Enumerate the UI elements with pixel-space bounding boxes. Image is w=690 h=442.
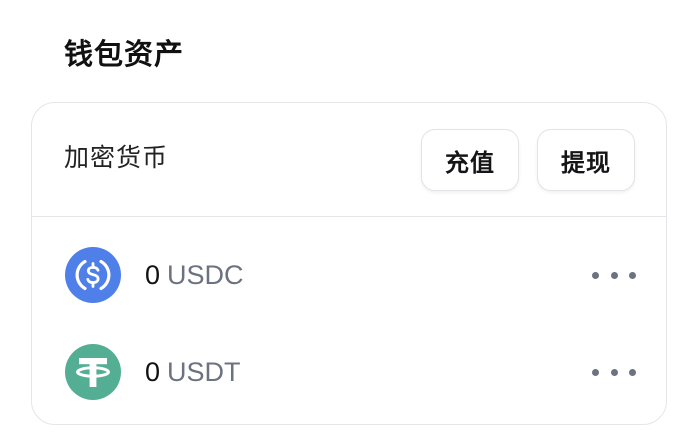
more-dot: [610, 271, 618, 279]
more-dot: [629, 271, 636, 279]
more-dot: [629, 368, 636, 376]
deposit-button[interactable]: 充值: [421, 129, 519, 191]
usdt-more-button[interactable]: [592, 356, 636, 388]
section-title: 钱包资产: [64, 37, 185, 71]
usdc-balance: 0 USDC: [145, 257, 244, 293]
usdt-balance: 0 USDT: [145, 354, 241, 390]
usdt-symbol: USDT: [167, 357, 241, 387]
asset-row-usdc[interactable]: 0 USDC: [32, 227, 666, 323]
card-header: 加密货币 充值 提现: [32, 103, 666, 217]
more-dot: [592, 271, 599, 279]
more-dot: [592, 368, 599, 376]
usdt-coin-icon: [65, 344, 121, 400]
more-dot: [610, 368, 618, 376]
crypto-assets-card: 加密货币 充值 提现 0 USDC 0 USDT: [31, 102, 667, 425]
usdc-coin-icon: [65, 247, 121, 303]
asset-row-usdt[interactable]: 0 USDT: [32, 324, 666, 420]
usdc-symbol: USDC: [167, 260, 244, 290]
usdt-amount: 0: [145, 357, 161, 387]
card-title: 加密货币: [64, 143, 169, 172]
withdraw-button[interactable]: 提现: [537, 129, 635, 191]
usdc-more-button[interactable]: [592, 259, 636, 291]
usdc-amount: 0: [145, 260, 161, 290]
